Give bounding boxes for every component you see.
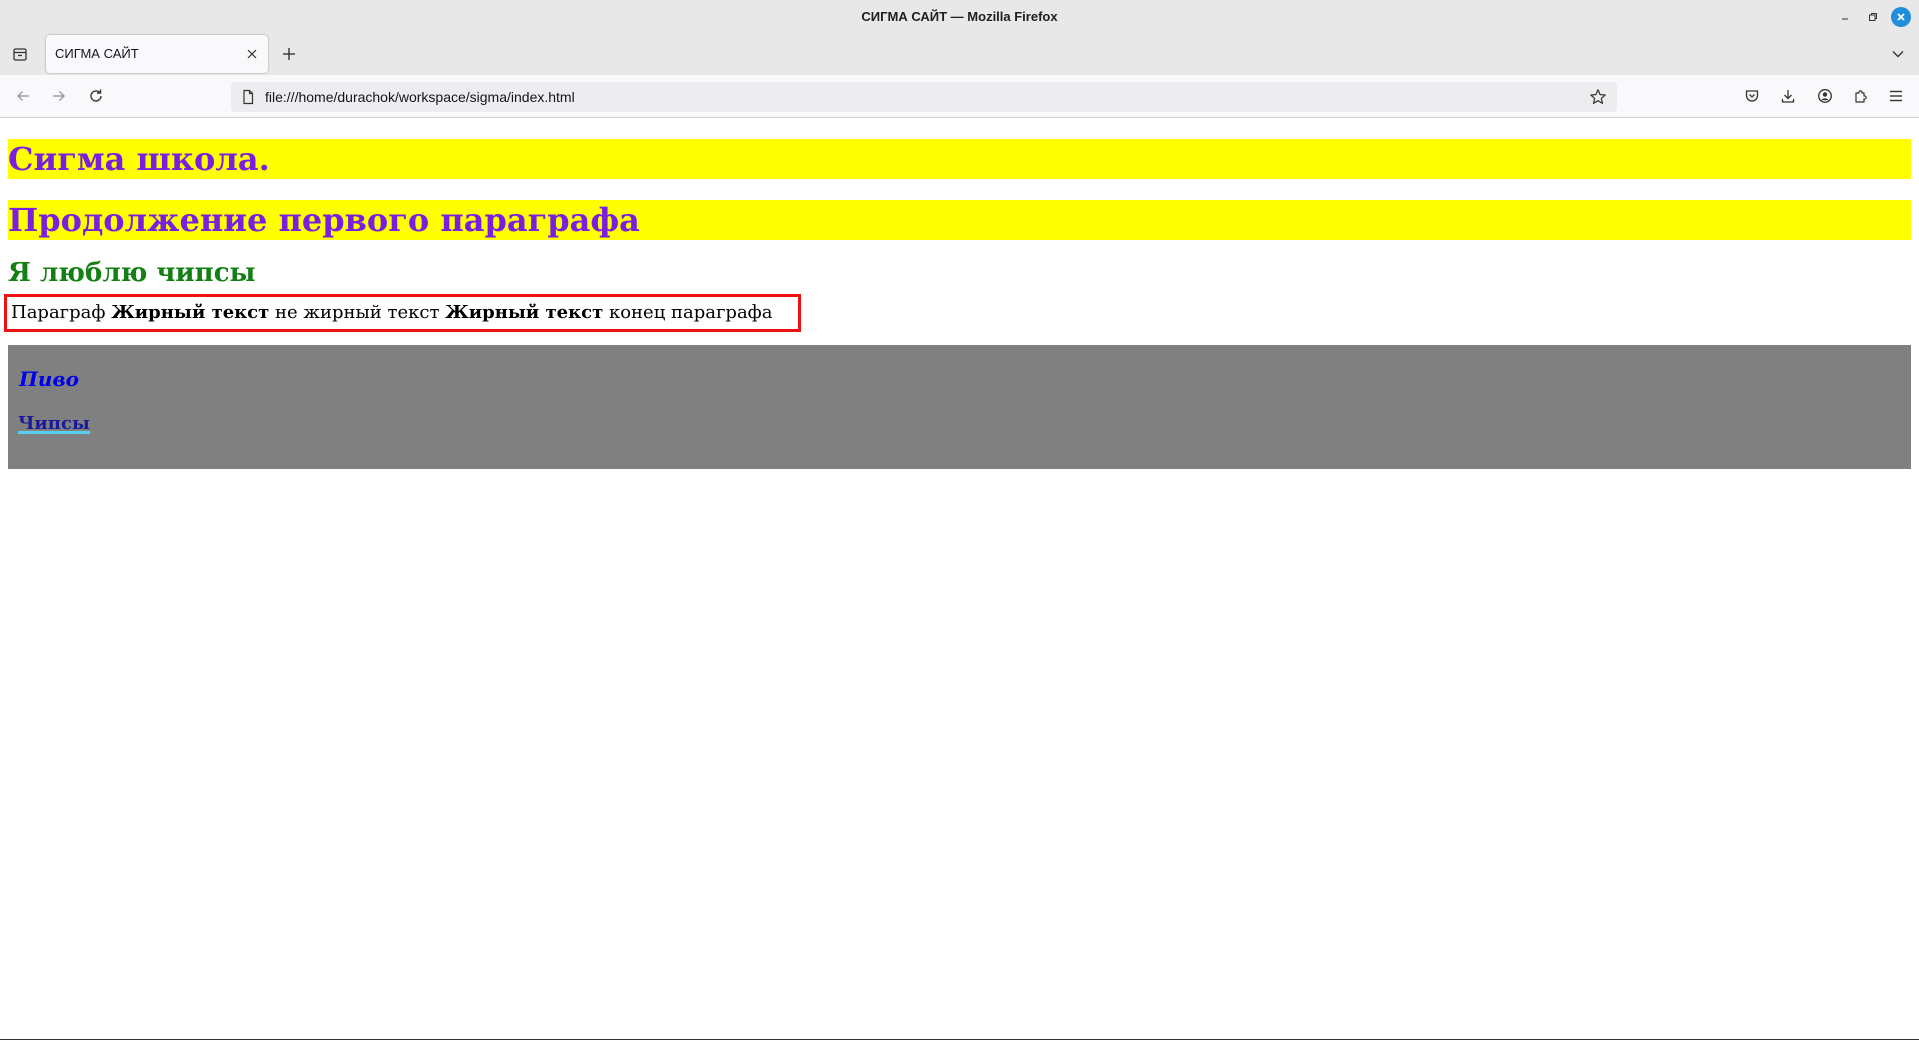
navigation-toolbar: file:///home/durachok/workspace/sigma/in… [0, 75, 1919, 118]
extensions-button[interactable] [1850, 85, 1872, 107]
star-icon[interactable] [1589, 88, 1607, 106]
tab-close-button[interactable] [244, 46, 260, 62]
paragraph-text-start: Параграф [11, 302, 112, 323]
restore-icon [1869, 13, 1877, 21]
close-icon [247, 49, 257, 59]
chips-link[interactable]: Чипсы [18, 413, 90, 434]
account-button[interactable] [1814, 85, 1836, 107]
page-heading-chips: Я люблю чипсы [8, 258, 256, 288]
chevron-down-icon [1892, 51, 1904, 58]
url-bar[interactable]: file:///home/durachok/workspace/sigma/in… [231, 82, 1617, 112]
page-icon [243, 89, 254, 105]
bordered-paragraph: Параграф Жирный текст не жирный текст Жи… [4, 294, 801, 332]
window-close-button[interactable] [1891, 7, 1911, 27]
minimize-icon [1842, 18, 1848, 20]
puzzle-icon [1855, 90, 1867, 103]
paragraph-text-middle: не жирный текст [269, 302, 446, 323]
tab-sigma-site[interactable]: СИГМА САЙТ [46, 35, 268, 73]
window-title: СИГМА САЙТ — Mozilla Firefox [861, 9, 1058, 24]
hamburger-menu-icon [1890, 90, 1902, 102]
app-menu-button[interactable] [1885, 85, 1907, 107]
forward-arrow-icon [53, 91, 65, 101]
paragraph-bold-text-2: Жирный текст [445, 302, 604, 323]
downloads-button[interactable] [1777, 85, 1799, 107]
page-heading-continuation: Продолжение первого параграфа [8, 200, 1911, 240]
reload-icon [90, 89, 102, 102]
url-text[interactable]: file:///home/durachok/workspace/sigma/in… [265, 82, 575, 112]
close-icon [1897, 13, 1905, 21]
tabs-overflow-button[interactable] [1888, 44, 1908, 64]
minimize-button[interactable] [1835, 7, 1855, 27]
pocket-button[interactable] [1741, 85, 1763, 107]
tab-strip: СИГМА САЙТ [0, 33, 1919, 75]
back-arrow-icon [17, 91, 29, 101]
plus-icon [283, 48, 295, 60]
paragraph-bold-text-1: Жирный текст [111, 302, 270, 323]
gray-block: Пиво Чипсы [8, 345, 1911, 469]
reload-button[interactable] [85, 85, 107, 107]
list-all-tabs-icon [13, 48, 27, 61]
beer-italic-text: Пиво [19, 367, 79, 391]
list-all-tabs-button[interactable] [9, 43, 31, 65]
tab-title: СИГМА САЙТ [55, 46, 139, 61]
download-icon [1781, 90, 1795, 103]
page-heading-sigma-school: Сигма школа. [8, 139, 1911, 179]
paragraph-text-end: конец параграфа [603, 302, 773, 323]
page-content: Сигма школа. Продолжение первого парагра… [0, 118, 1919, 1040]
back-button[interactable] [12, 85, 34, 107]
window-titlebar: СИГМА САЙТ — Mozilla Firefox [0, 0, 1919, 33]
pocket-icon [1745, 90, 1759, 102]
restore-button[interactable] [1863, 7, 1883, 27]
new-tab-button[interactable] [279, 44, 299, 64]
forward-button[interactable] [48, 85, 70, 107]
account-icon [1818, 89, 1832, 103]
